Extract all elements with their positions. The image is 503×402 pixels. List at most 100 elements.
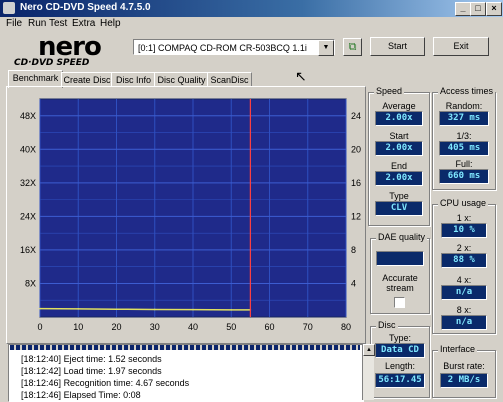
average-value: 2.00x	[375, 111, 423, 126]
cd-dvd-speed-logo: CD·DVD SPEED	[14, 58, 90, 68]
y-left-tick-label: 24X	[20, 211, 36, 221]
cpu-2x-value: 88 %	[441, 253, 487, 268]
type-value: CLV	[375, 201, 423, 216]
refresh-drive-button[interactable]: ⧉	[343, 38, 362, 56]
cpu-4x-label: 4 x:	[456, 275, 472, 285]
transfer-rate-point	[192, 308, 194, 311]
disc-group-title: Disc	[376, 320, 398, 330]
disc-length-value: 56:17.45	[375, 373, 425, 388]
dae-quality-group: DAE quality Accurate stream	[370, 232, 430, 314]
chevron-down-icon[interactable]: ▼	[318, 40, 334, 56]
cpu-4x-value: n/a	[441, 285, 487, 300]
y-left-tick-label: 8X	[25, 278, 36, 288]
end-speed-label: End	[390, 161, 407, 171]
mouse-pointer-icon: ↖	[295, 68, 307, 84]
cpu-usage-group: CPU usage 1 x: 10 % 2 x: 88 % 4 x: n/a 8…	[432, 198, 496, 334]
speed-group: Speed Average 2.00x Start 2.00x End 2.00…	[368, 86, 430, 226]
log-row: [18:12:40] Eject time: 1.52 seconds	[21, 354, 162, 364]
x-tick-label: 40	[188, 322, 198, 332]
full-label: Full:	[455, 159, 473, 169]
y-right-tick-label: 20	[351, 144, 361, 154]
scroll-up-icon[interactable]: ▲	[363, 344, 375, 356]
maximize-button[interactable]: □	[470, 2, 486, 16]
x-tick-label: 30	[150, 322, 160, 332]
cpu-1x-label: 1 x:	[456, 213, 472, 223]
start-button[interactable]: Start	[370, 37, 425, 56]
log-row: [18:12:46] Elapsed Time: 0:08	[21, 390, 141, 400]
cpu-8x-value: n/a	[441, 315, 487, 330]
transfer-rate-point	[39, 307, 41, 310]
dae-quality-value	[376, 251, 424, 266]
random-label: Random:	[445, 101, 483, 111]
burst-rate-value: 2 MB/s	[440, 373, 488, 388]
exit-button[interactable]: Exit	[433, 37, 489, 56]
cpu-2x-label: 2 x:	[456, 243, 472, 253]
type-label: Type	[389, 191, 409, 201]
y-right-tick-label: 8	[351, 245, 356, 255]
log-row: [18:12:42] Load time: 1.97 seconds	[21, 366, 162, 376]
log-list: [18:12:40] Eject time: 1.52 seconds [18:…	[8, 344, 364, 402]
window-title: Nero CD-DVD Speed 4.7.5.0	[20, 2, 151, 13]
disc-length-label: Length:	[384, 361, 416, 371]
progress-bar	[10, 345, 360, 350]
interface-group: Interface Burst rate: 2 MB/s	[432, 344, 496, 398]
menu-file[interactable]: File	[6, 18, 22, 29]
minimize-button[interactable]: _	[455, 2, 471, 16]
access-times-title: Access times	[438, 86, 495, 96]
drive-select[interactable]: [0:1] COMPAQ CD-ROM CR-503BCQ 1.1i ▼	[133, 39, 335, 56]
one-third-label: 1/3:	[456, 131, 472, 141]
x-tick-label: 70	[303, 322, 313, 332]
cpu-8x-label: 8 x:	[456, 305, 472, 315]
interface-title: Interface	[438, 344, 478, 354]
tab-disc-quality[interactable]: Disc Quality	[154, 72, 209, 87]
disc-type-value: Data CD	[375, 343, 425, 358]
menu-extra[interactable]: Extra	[72, 18, 95, 29]
x-tick-label: 50	[226, 322, 236, 332]
log-scrollbar[interactable]: ▲	[362, 344, 375, 400]
start-speed-value: 2.00x	[375, 141, 423, 156]
tab-create-disc[interactable]: Create Disc	[61, 72, 113, 87]
menu-help[interactable]: Help	[100, 18, 121, 29]
app-icon	[3, 2, 15, 14]
x-tick-label: 80	[341, 322, 351, 332]
speed-group-title: Speed	[374, 86, 405, 96]
start-speed-label: Start	[389, 131, 409, 141]
cpu-usage-title: CPU usage	[438, 198, 489, 208]
close-button[interactable]: ×	[486, 2, 502, 16]
transfer-rate-point	[77, 308, 80, 310]
end-speed-value: 2.00x	[375, 171, 423, 186]
y-left-tick-label: 32X	[20, 178, 36, 188]
link-icon: ⧉	[348, 41, 357, 53]
y-right-tick-label: 16	[351, 178, 361, 188]
log-row: [18:12:46] Recognition time: 4.67 second…	[21, 378, 190, 388]
random-value: 327 ms	[439, 111, 489, 126]
cpu-1x-value: 10 %	[441, 223, 487, 238]
transfer-rate-point	[230, 309, 233, 311]
menu-run-test[interactable]: Run Test	[28, 18, 67, 29]
one-third-value: 405 ms	[439, 141, 489, 156]
benchmark-chart: 0 10 20 30 40 50 60 70 80 8X 16X 24X 32X 40X 48X 4 8 12 16…	[20, 98, 361, 332]
x-tick-label: 10	[73, 322, 83, 332]
transfer-rate-point	[153, 308, 156, 311]
tab-disc-info[interactable]: Disc Info	[111, 72, 156, 87]
x-tick-label: 0	[37, 322, 42, 332]
y-left-tick-label: 48X	[20, 111, 36, 121]
y-right-tick-label: 24	[351, 111, 361, 121]
disc-group: Disc Type: Data CD Length: 56:17.45	[370, 320, 430, 398]
average-label: Average	[382, 101, 416, 111]
y-left-tick-label: 16X	[20, 245, 36, 255]
x-tick-label: 20	[111, 322, 121, 332]
full-value: 660 ms	[439, 169, 489, 184]
dae-quality-title: DAE quality	[376, 232, 428, 242]
accurate-stream-checkbox[interactable]	[394, 297, 405, 308]
tab-scandisc[interactable]: ScanDisc	[207, 72, 252, 87]
menu-bar: File Run Test Extra Help	[0, 17, 503, 31]
disc-type-label: Type:	[388, 333, 411, 343]
y-right-tick-label: 4	[351, 278, 356, 288]
drive-select-value: [0:1] COMPAQ CD-ROM CR-503BCQ 1.1i	[138, 43, 307, 53]
accurate-stream-label: Accurate stream	[382, 273, 418, 293]
access-times-group: Access times Random: 327 ms 1/3: 405 ms …	[432, 86, 496, 190]
y-left-tick-label: 40X	[20, 144, 36, 154]
title-bar: Nero CD-DVD Speed 4.7.5.0 _ □ ×	[0, 0, 503, 17]
x-tick-label: 60	[264, 322, 274, 332]
